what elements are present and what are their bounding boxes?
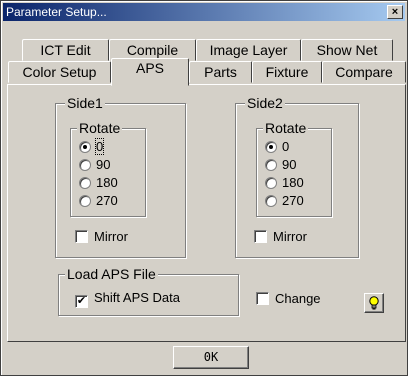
shift-aps-data-label: Shift APS Data	[94, 290, 180, 305]
radio-icon	[265, 159, 277, 171]
side2-rotate-180[interactable]: 180	[265, 175, 304, 191]
change-label: Change	[275, 291, 321, 306]
side2-rotate-group: Rotate 0 90 180 270	[256, 120, 332, 217]
lightbulb-button[interactable]	[364, 293, 384, 313]
side2-rotate-270[interactable]: 270	[265, 193, 304, 209]
change-checkbox[interactable]: Change	[256, 291, 321, 307]
checkbox-icon	[254, 230, 267, 243]
option-label: 270	[282, 193, 304, 208]
tab-compare[interactable]: Compare	[322, 61, 406, 83]
option-label: 180	[96, 175, 118, 190]
radio-icon	[265, 177, 277, 189]
radio-icon	[79, 141, 91, 153]
option-label: 270	[96, 193, 118, 208]
tab-label: Compare	[335, 64, 393, 80]
tab-label: Fixture	[265, 64, 309, 80]
option-label: 90	[96, 157, 111, 172]
side1-title: Side1	[65, 95, 105, 111]
radio-icon	[265, 141, 277, 153]
window-title: Parameter Setup...	[6, 5, 107, 19]
side2-rotate-90[interactable]: 90	[265, 157, 296, 173]
option-label: 0	[282, 139, 290, 154]
aps-panel: Side1 Rotate 0 90 180 270 Mirror Side2 R…	[7, 84, 406, 342]
side1-mirror-label: Mirror	[94, 229, 128, 244]
side1-mirror-checkbox[interactable]: Mirror	[75, 229, 128, 245]
side2-title: Side2	[245, 95, 285, 111]
close-button[interactable]: ×	[387, 5, 403, 19]
tab-ict-edit[interactable]: ICT Edit	[22, 39, 109, 61]
side2-mirror-checkbox[interactable]: Mirror	[254, 229, 307, 245]
option-label: 0	[94, 138, 105, 155]
radio-icon	[79, 195, 91, 207]
checkbox-checked-icon: ✔	[75, 295, 88, 308]
tab-label: Compile	[126, 42, 179, 58]
radio-icon	[79, 159, 91, 171]
checkbox-icon	[75, 230, 88, 243]
lightbulb-icon	[369, 296, 379, 310]
title-bar[interactable]: Parameter Setup... ×	[3, 3, 405, 21]
tab-label: APS	[135, 60, 164, 76]
load-aps-group: Load APS File ✔ Shift APS Data	[58, 266, 239, 316]
side2-rotate-title: Rotate	[263, 120, 309, 136]
option-label: 90	[282, 157, 297, 172]
side1-rotate-90[interactable]: 90	[79, 157, 110, 173]
side1-rotate-group: Rotate 0 90 180 270	[70, 120, 146, 217]
tab-show-net[interactable]: Show Net	[301, 39, 393, 61]
radio-icon	[265, 195, 277, 207]
tab-fixture[interactable]: Fixture	[252, 61, 322, 83]
shift-aps-data-checkbox[interactable]: ✔ Shift APS Data	[75, 290, 180, 308]
tab-label: Color Setup	[22, 64, 97, 80]
ok-button[interactable]: 0K	[173, 346, 249, 369]
side1-rotate-270[interactable]: 270	[79, 193, 118, 209]
side1-group: Side1 Rotate 0 90 180 270 Mirror	[55, 95, 186, 258]
side2-mirror-label: Mirror	[273, 229, 307, 244]
side2-group: Side2 Rotate 0 90 180 270 Mirror	[235, 95, 359, 258]
side1-rotate-title: Rotate	[77, 120, 123, 136]
load-aps-title: Load APS File	[65, 266, 158, 282]
checkbox-icon	[256, 292, 269, 305]
tab-parts[interactable]: Parts	[189, 61, 252, 83]
side1-rotate-180[interactable]: 180	[79, 175, 118, 191]
tab-image-layer[interactable]: Image Layer	[196, 39, 301, 61]
side2-rotate-0[interactable]: 0	[265, 139, 289, 155]
tab-label: Show Net	[316, 42, 378, 58]
radio-icon	[79, 177, 91, 189]
tab-label: Parts	[204, 64, 237, 80]
side1-rotate-0[interactable]: 0	[79, 138, 105, 155]
close-icon: ×	[391, 6, 399, 18]
tab-label: Image Layer	[209, 42, 288, 58]
tab-aps[interactable]: APS	[111, 58, 189, 86]
tab-color-setup[interactable]: Color Setup	[8, 61, 111, 83]
tab-label: ICT Edit	[40, 42, 91, 58]
option-label: 180	[282, 175, 304, 190]
ok-button-label: 0K	[203, 350, 219, 364]
parameter-setup-dialog: Parameter Setup... × ICT Edit Compile Im…	[0, 0, 408, 376]
